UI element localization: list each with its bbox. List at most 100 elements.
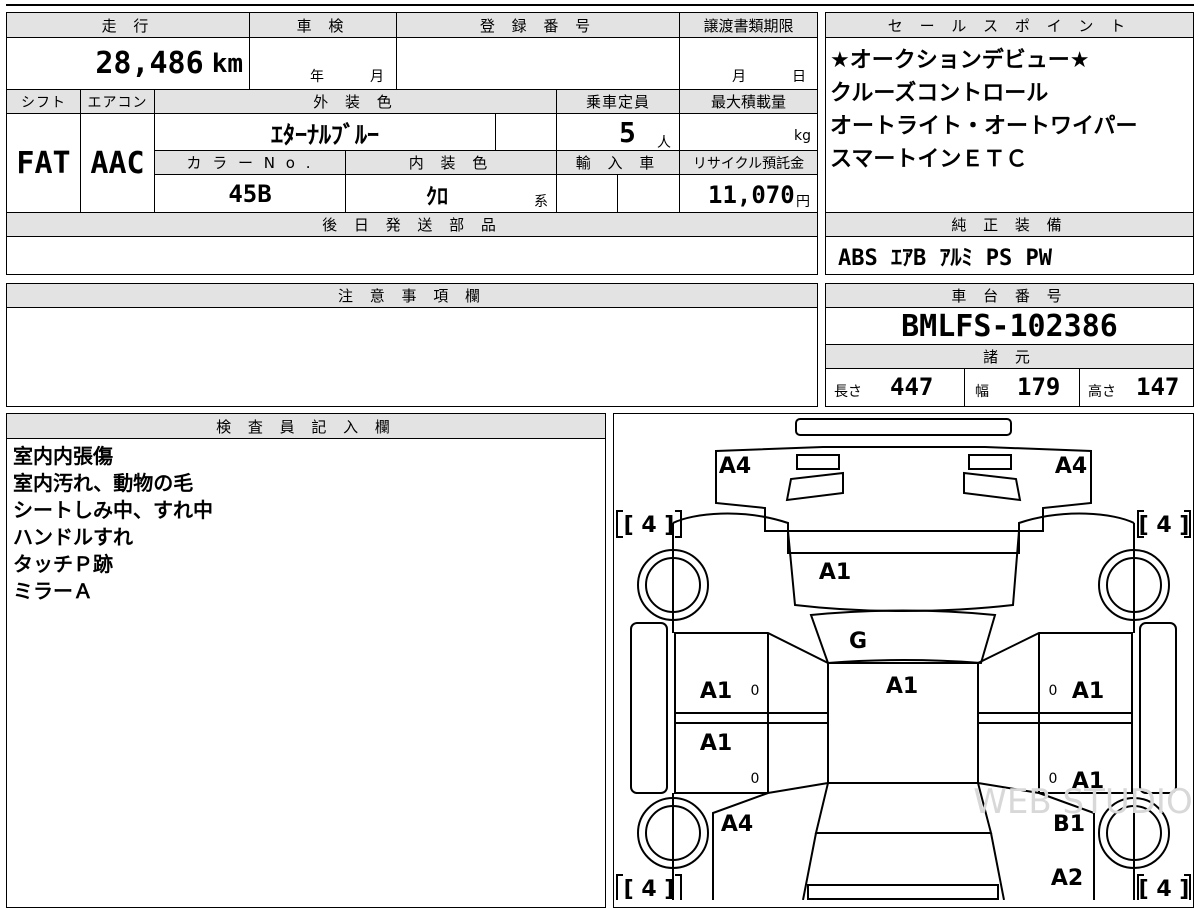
chassis-header: 車 台 番 号 <box>825 283 1194 308</box>
mark-right-rear-door: A1 <box>1072 769 1104 794</box>
tire-mark-fr: [ 4 ] <box>1139 513 1190 538</box>
capacity-value: 5 <box>619 116 636 149</box>
shift-value: FAT <box>16 145 71 181</box>
mark-front-right: A4 <box>1055 454 1087 479</box>
capacity-header: 乗車定員 <box>556 89 680 114</box>
chassis-cell: BMLFS-102386 <box>825 307 1194 345</box>
mark-left-rear-door: A1 <box>700 731 732 756</box>
salespoint-item-2: クルーズコントロール <box>830 81 1049 106</box>
recycle-unit: 円 <box>796 194 810 210</box>
specs-width-value: 179 <box>1017 373 1061 401</box>
inspector-header: 検 査 員 記 入 欄 <box>6 413 606 439</box>
inspector-line-1: 室内内張傷 <box>13 444 113 468</box>
equipment-cell: ABS ｴｱB ｱﾙﾐ PS PW <box>825 236 1194 275</box>
specs-width-label: 幅 <box>975 384 989 400</box>
mark-roof: A1 <box>886 674 918 699</box>
interior-value: ｸﾛ <box>426 185 449 210</box>
interior-suffix: 系 <box>534 194 548 210</box>
mark-right-front-door: A1 <box>1072 679 1104 704</box>
maxload-unit: kg <box>794 128 811 144</box>
exterior-cell: ｴﾀｰﾅﾙﾌﾞﾙｰ <box>154 113 496 151</box>
transfer-month: 月 <box>732 69 746 85</box>
laterparts-cell <box>6 236 818 275</box>
chassis-value: BMLFS-102386 <box>901 308 1118 344</box>
salespoints-cell: ★オークションデビュー★ クルーズコントロール オートライト・オートワイパー ス… <box>825 37 1194 213</box>
mark-windshield: G <box>849 629 867 654</box>
exterior-value: ｴﾀｰﾅﾙﾌﾞﾙｰ <box>271 120 379 149</box>
equipment-value: ABS ｴｱB ｱﾙﾐ PS PW <box>838 245 1052 271</box>
inspector-line-2: 室内汚れ、動物の毛 <box>13 471 194 495</box>
colorno-cell: 45B <box>154 174 346 213</box>
inspector-line-5: タッチＰ跡 <box>13 552 113 576</box>
mileage-cell: 28,486 km <box>6 37 250 90</box>
aircon-header: エアコン <box>80 89 155 114</box>
small-mark-rr: 0 <box>1049 771 1058 787</box>
tire-mark-fl: [ 4 ] <box>624 513 675 538</box>
inspector-line-3: シートしみ中、すれ中 <box>13 498 213 522</box>
interior-header: 内 装 色 <box>345 150 557 175</box>
inspector-line-6: ミラーＡ <box>13 579 93 603</box>
aircon-value: AAC <box>90 145 145 181</box>
aircon-cell: AAC <box>80 113 155 213</box>
inspection-year: 年 <box>310 69 324 85</box>
specs-header: 諸 元 <box>825 344 1194 369</box>
mileage-value: 28,486 <box>95 46 204 81</box>
specs-length-cell: 長さ 447 <box>825 368 965 407</box>
notes-cell <box>6 307 818 407</box>
tire-mark-rr: [ 4 ] <box>1139 877 1190 900</box>
equipment-header: 純 正 装 備 <box>825 212 1194 237</box>
capacity-cell: 5 人 <box>556 113 680 151</box>
specs-length-value: 447 <box>890 373 934 401</box>
transfer-day: 日 <box>792 69 806 85</box>
mileage-unit: km <box>211 48 243 79</box>
mileage-header: 走 行 <box>6 12 250 38</box>
specs-height-value: 147 <box>1136 373 1180 401</box>
specs-height-label: 高さ <box>1088 384 1116 400</box>
inspector-line-4: ハンドルすれ <box>13 525 133 549</box>
mark-left-rear-fender: A4 <box>721 812 753 837</box>
salespoint-item-1: ★オークションデビュー★ <box>830 48 1090 73</box>
colorno-value: 45B <box>228 179 272 208</box>
top-strip <box>6 0 1194 6</box>
inspection-header: 車 検 <box>249 12 397 38</box>
laterparts-header: 後 日 発 送 部 品 <box>6 212 818 237</box>
maxload-cell: kg <box>679 113 818 151</box>
inspection-cell: 年 月 <box>249 37 397 90</box>
inspector-cell: 室内内張傷 室内汚れ、動物の毛 シートしみ中、すれ中 ハンドルすれ タッチＰ跡 … <box>6 438 606 908</box>
specs-height-cell: 高さ 147 <box>1079 368 1194 407</box>
exterior-header: 外 装 色 <box>154 89 557 114</box>
inspection-month: 月 <box>370 69 384 85</box>
capacity-unit: 人 <box>657 135 671 151</box>
mark-left-front-door: A1 <box>700 679 732 704</box>
specs-length-label: 長さ <box>834 384 862 400</box>
transfer-cell: 月 日 <box>679 37 818 90</box>
import-cell-b <box>617 174 680 213</box>
car-diagram: WEB STUDIO [ 4 ] [ 4 ] [ 4 ] [ 4 ] A4 A4… <box>616 418 1193 900</box>
salespoint-item-3: オートライト・オートワイパー <box>830 114 1138 139</box>
colorno-header: カ ラ ー N o . <box>154 150 346 175</box>
salespoint-item-4: スマートインＥＴＣ <box>830 147 1028 172</box>
transfer-header: 譲渡書類期限 <box>679 12 818 38</box>
recycle-value: 11,070 <box>708 181 795 209</box>
recycle-header: リサイクル預託金 <box>679 150 818 175</box>
small-mark-lf: 0 <box>751 683 760 699</box>
small-mark-rf: 0 <box>1049 683 1058 699</box>
mark-right-rear: A2 <box>1051 866 1083 891</box>
exterior-extra-cell <box>495 113 557 151</box>
maxload-header: 最大積載量 <box>679 89 818 114</box>
interior-cell: ｸﾛ 系 <box>345 174 557 213</box>
registration-cell <box>396 37 680 90</box>
tire-mark-rl: [ 4 ] <box>624 877 675 900</box>
recycle-cell: 11,070 円 <box>679 174 818 213</box>
shift-header: シフト <box>6 89 81 114</box>
mark-hood: A1 <box>819 560 851 585</box>
mark-front-left: A4 <box>719 454 751 479</box>
salespoints-header: セ ー ル ス ポ イ ン ト <box>825 12 1194 38</box>
shift-cell: FAT <box>6 113 81 213</box>
import-cell-a <box>556 174 618 213</box>
import-header: 輸 入 車 <box>556 150 680 175</box>
registration-header: 登 録 番 号 <box>396 12 680 38</box>
notes-header: 注 意 事 項 欄 <box>6 283 818 308</box>
mark-right-rear-fender: B1 <box>1053 812 1085 837</box>
specs-width-cell: 幅 179 <box>964 368 1080 407</box>
